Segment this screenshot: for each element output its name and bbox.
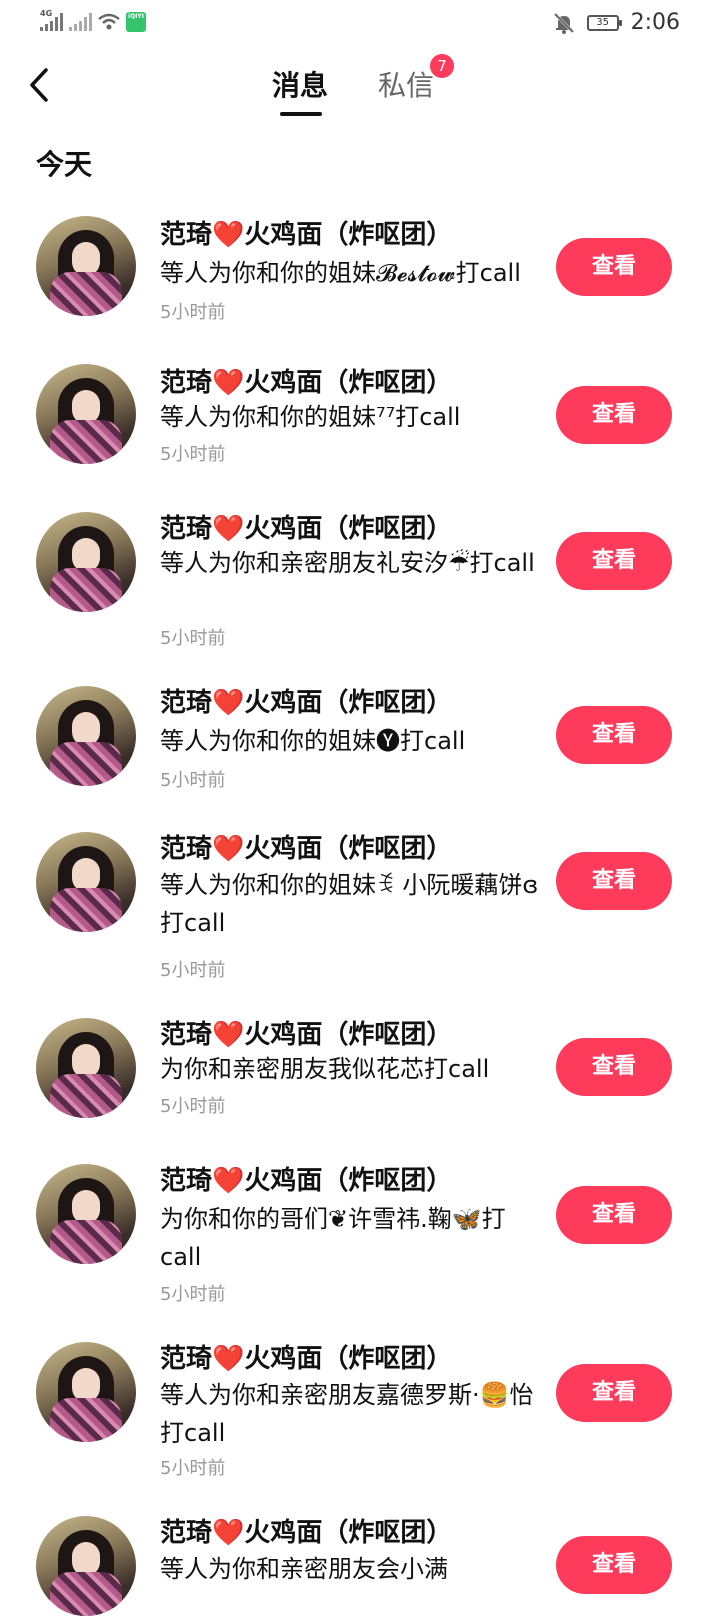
time-ago: 5小时前 [160,960,226,981]
time-ago: 5小时前 [160,444,226,465]
tab-messages[interactable]: 消息 [272,64,328,104]
message-text: 等人为你和你的姐妹𝓑𝓮𝓼𝓽𝓸𝔀打call [160,259,521,287]
back-button[interactable] [22,62,62,108]
status-time: 2:06 [630,10,680,35]
view-button[interactable]: 查看 [556,852,672,910]
avatar[interactable] [36,512,136,612]
wifi-icon [98,13,120,31]
status-bar: 4G iQIYI 35 2:06 [0,0,720,46]
avatar[interactable] [36,216,136,316]
message-text: 等人为你和亲密朋友嘉德罗斯·🍔怡打call [160,1381,534,1447]
sender-name: 范琦❤️火鸡面（炸呕团） [160,220,453,250]
avatar[interactable] [36,1342,136,1442]
sender-name: 范琦❤️火鸡面（炸呕团） [160,1020,453,1050]
cellular-signal-2-icon [69,13,92,31]
avatar[interactable] [36,1164,136,1264]
message-text: 为你和亲密朋友我似花芯打call [160,1055,490,1083]
view-button[interactable]: 查看 [556,1186,672,1244]
time-ago: 5小时前 [160,1284,226,1305]
tab-direct-messages[interactable]: 私信 [378,64,434,104]
message-text: 等人为你和你的姐妹⁷⁷打call [160,403,461,431]
message-text: 等人为你和你的姐妹🅨打call [160,727,466,755]
message-text: 为你和你的哥们❦许雪祎.鞠🦋打call [160,1205,506,1271]
sender-name: 范琦❤️火鸡面（炸呕团） [160,1344,453,1374]
battery-icon: 35 [586,14,622,31]
view-button[interactable]: 查看 [556,1364,672,1422]
view-button[interactable]: 查看 [556,1536,672,1594]
iqiyi-app-icon: iQIYI [126,12,146,32]
view-button[interactable]: 查看 [556,532,672,590]
avatar[interactable] [36,686,136,786]
status-left: 4G iQIYI [40,9,146,32]
time-ago: 5小时前 [160,302,226,323]
avatar[interactable] [36,832,136,932]
sender-name: 范琦❤️火鸡面（炸呕团） [160,834,453,864]
avatar[interactable] [36,1516,136,1616]
active-tab-indicator [280,112,322,116]
sender-name: 范琦❤️火鸡面（炸呕团） [160,1518,453,1548]
message-text: 等人为你和亲密朋友会小满 [160,1555,448,1583]
avatar[interactable] [36,364,136,464]
message-text: 等人为你和你的姐妹ꉂ 小阮暖藕饼ɞ打call [160,871,539,937]
time-ago: 5小时前 [160,770,226,791]
cellular-signal-icon: 4G [40,9,63,31]
time-ago: 5小时前 [160,628,226,649]
time-ago: 5小时前 [160,1096,226,1117]
section-title-today: 今天 [36,148,93,181]
view-button[interactable]: 查看 [556,386,672,444]
sender-name: 范琦❤️火鸡面（炸呕团） [160,368,453,398]
status-right: 35 2:06 [553,10,680,35]
view-button[interactable]: 查看 [556,1038,672,1096]
sender-name: 范琦❤️火鸡面（炸呕团） [160,1166,453,1196]
chevron-left-icon [30,68,48,102]
message-text: 等人为你和亲密朋友礼安汐☔打call [160,549,535,577]
bell-muted-icon [553,12,575,34]
unread-badge: 7 [430,54,454,78]
view-button[interactable]: 查看 [556,706,672,764]
view-button[interactable]: 查看 [556,238,672,296]
avatar[interactable] [36,1018,136,1118]
time-ago: 5小时前 [160,1458,226,1479]
header: 消息 私信 7 [0,52,720,122]
sender-name: 范琦❤️火鸡面（炸呕团） [160,688,453,718]
sender-name: 范琦❤️火鸡面（炸呕团） [160,514,453,544]
